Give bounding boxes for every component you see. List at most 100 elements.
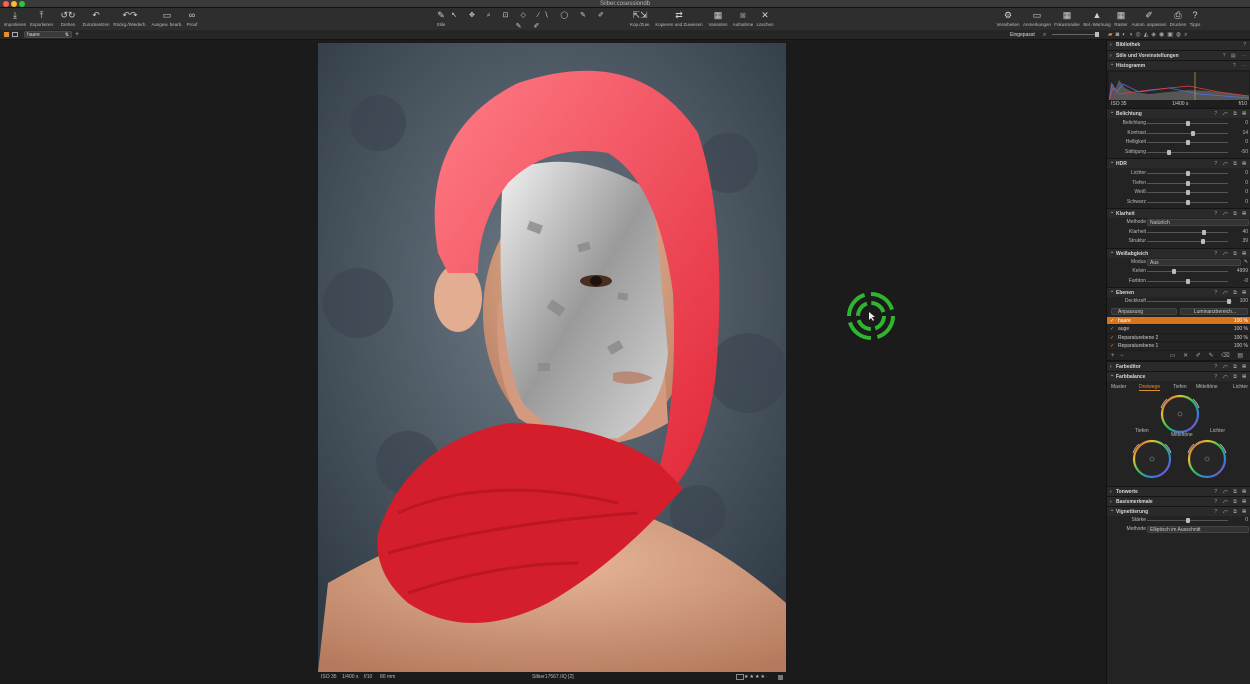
- exposure-warning-button[interactable]: ▲ Bel.-Warnung: [1082, 10, 1112, 27]
- batch-tab-icon[interactable]: ◍: [1176, 32, 1184, 38]
- color-tag[interactable]: [778, 675, 783, 680]
- zoom-slider-knob[interactable]: [1095, 32, 1099, 37]
- luminance-range-button[interactable]: Luminanzbereich...: [1180, 307, 1248, 315]
- layer-check-icon[interactable]: ✓: [1110, 342, 1114, 351]
- slider-value[interactable]: 40: [1242, 228, 1248, 238]
- slider-knob[interactable]: [1227, 299, 1231, 304]
- panel-hdr[interactable]: HDR? ⤺ ⧉ ▤: [1107, 157, 1250, 168]
- import-button[interactable]: ⤓ Importieren: [3, 10, 27, 27]
- slider-value[interactable]: -0: [1244, 277, 1248, 287]
- slider-track[interactable]: [1147, 229, 1228, 235]
- slider-track[interactable]: [1147, 180, 1228, 186]
- mask-tools-icon[interactable]: ▭ ✕ ✐ ✎ ⌫ ▤: [1170, 351, 1246, 361]
- focus-mask-button[interactable]: ▦ Fokusmaske: [1053, 10, 1081, 27]
- delete-button[interactable]: ✕ Löschen: [755, 10, 775, 27]
- panel-farbbalance[interactable]: Farbbalance? ⤺ ⧉ ▤: [1107, 370, 1250, 381]
- slider-knob[interactable]: [1186, 140, 1190, 145]
- auto-adjust-button[interactable]: ✐ Autom. anpassen: [1130, 10, 1168, 27]
- add-layer-icon[interactable]: +: [75, 30, 79, 39]
- slider-knob[interactable]: [1200, 239, 1205, 244]
- panel-controls-icon[interactable]: ? ⤺ ⧉ ▤: [1214, 109, 1248, 119]
- slider-knob[interactable]: [1166, 149, 1171, 155]
- adjustment-select[interactable]: Anpassung: [1111, 307, 1177, 315]
- slider-value[interactable]: 39: [1242, 237, 1248, 247]
- slider-knob[interactable]: [1186, 180, 1190, 186]
- undo-redo-button[interactable]: ↶↷ Rückg./Wiederh.: [113, 10, 147, 27]
- variants-button[interactable]: ▦ Varianten: [706, 10, 730, 27]
- adjust-tab-icon[interactable]: ◈: [1151, 32, 1159, 38]
- layer-selector[interactable]: haare ⇅: [24, 31, 72, 38]
- slider-track[interactable]: [1147, 121, 1228, 126]
- panel-klarheit[interactable]: Klarheit? ⤺ ⧉ ▤: [1107, 207, 1250, 218]
- tool-tabs[interactable]: ▰◙◐◑◎◭◈◉▣◍⌕: [1108, 31, 1191, 39]
- slider-track[interactable]: [1147, 130, 1228, 136]
- color-balance-tab[interactable]: Lichter: [1233, 384, 1248, 390]
- panel-bibliothek[interactable]: Bibliothek?: [1107, 41, 1250, 50]
- panel-farbeditor[interactable]: Farbeditor? ⤺ ⧉ ▤: [1107, 360, 1250, 372]
- color-balance-tab[interactable]: Tiefen: [1173, 384, 1187, 390]
- layer-row[interactable]: ✓ Reparaturebene 2 100 %: [1107, 334, 1250, 343]
- slider-track[interactable]: [1147, 278, 1228, 284]
- slider-track[interactable]: [1147, 140, 1228, 145]
- panel-stile[interactable]: Stile und Voreinstellungen? ▤ ⋯: [1107, 50, 1250, 61]
- styles-button[interactable]: ✎ Stile: [433, 10, 449, 27]
- layer-check-icon[interactable]: ✓: [1110, 325, 1114, 334]
- slider-knob[interactable]: [1186, 517, 1190, 523]
- panel-basismerkmale[interactable]: Basismerkmale? ⤺ ⧉ ▤: [1107, 495, 1250, 507]
- search-tab-icon[interactable]: ⌕: [1184, 32, 1190, 38]
- panel-ebenen[interactable]: Ebenen? ⤺ ⧉ ▤: [1107, 286, 1250, 297]
- edit-selected-button[interactable]: ▭ Ausgew. bearb.: [150, 10, 184, 27]
- eyedropper-icon[interactable]: ✎: [1244, 258, 1248, 268]
- slider-value[interactable]: -50: [1241, 148, 1248, 158]
- color-balance-tab[interactable]: Mitteltöne: [1196, 384, 1218, 390]
- color-balance-tab[interactable]: Dreiwege: [1139, 384, 1161, 391]
- help-icon[interactable]: ?: [1243, 41, 1248, 50]
- slider-track[interactable]: [1147, 269, 1228, 274]
- grid-button[interactable]: ▦ Raster: [1113, 10, 1129, 27]
- color-tab-icon[interactable]: ◐: [1122, 32, 1129, 38]
- process-button[interactable]: ⚙ Verarbeiten: [995, 10, 1021, 27]
- panel-vignettierung[interactable]: Vignettierung? ⤺ ⧉ ▤: [1107, 505, 1250, 516]
- slider-track[interactable]: [1147, 171, 1228, 176]
- layer-check-icon[interactable]: ✓: [1110, 334, 1114, 343]
- slider-track[interactable]: [1147, 239, 1228, 244]
- slider-knob[interactable]: [1191, 130, 1196, 136]
- slider-track[interactable]: [1147, 190, 1228, 195]
- slider-value[interactable]: 0: [1245, 179, 1248, 189]
- slider-value[interactable]: 0: [1245, 198, 1248, 208]
- layer-check-icon[interactable]: ✓: [1110, 317, 1114, 326]
- zoom-slider[interactable]: [1052, 32, 1099, 37]
- slider-track[interactable]: [1147, 149, 1228, 155]
- reset-button[interactable]: ↶ Zurücksetzen: [82, 10, 110, 27]
- capture-button[interactable]: ◙ Aufnahme: [731, 10, 755, 27]
- klarheit-method-select[interactable]: Natürlich: [1147, 219, 1249, 226]
- output-tab-icon[interactable]: ▣: [1167, 32, 1176, 38]
- slider-value[interactable]: 0: [1245, 169, 1248, 179]
- single-view-icon[interactable]: [12, 32, 18, 37]
- image-viewer[interactable]: ISO 35 1/400 s f/10 80 mm Silber17567.II…: [0, 41, 1106, 684]
- layer-opacity-slider[interactable]: [1147, 299, 1232, 304]
- slider-knob[interactable]: [1186, 171, 1190, 176]
- folder-tab-icon[interactable]: ▰: [1108, 32, 1116, 38]
- grid-view-icon[interactable]: [4, 32, 9, 37]
- slider-knob[interactable]: [1201, 229, 1206, 235]
- layer-row[interactable]: ✓ Reparaturebene 1 100 %: [1107, 342, 1250, 351]
- panel-weissabgleich[interactable]: Weißabgleich? ⤺ ⧉ ▤: [1107, 247, 1250, 258]
- slider-value[interactable]: 0: [1245, 138, 1248, 148]
- annotations-button[interactable]: ▭ Anmerkungen: [1022, 10, 1052, 27]
- slider-knob[interactable]: [1171, 269, 1176, 274]
- layer-row[interactable]: ✓ haare 100 %: [1107, 316, 1250, 326]
- tips-button[interactable]: ? Tipps: [1188, 10, 1202, 27]
- slider-knob[interactable]: [1186, 199, 1190, 205]
- exposure-tab-icon[interactable]: ◑: [1129, 32, 1136, 38]
- lens-tab-icon[interactable]: ◎: [1136, 32, 1144, 38]
- color-balance-tab[interactable]: Master: [1111, 384, 1126, 390]
- metadata-tab-icon[interactable]: ◉: [1159, 32, 1167, 38]
- slider-value[interactable]: 4999: [1237, 267, 1248, 277]
- zoom-fit-label[interactable]: Eingepasst: [1010, 30, 1035, 40]
- export-button[interactable]: ⤒ Exportieren: [29, 10, 54, 27]
- panel-histogramm[interactable]: Histogramm? ⋯: [1107, 59, 1250, 70]
- rotate-button[interactable]: ↺↻ Drehen: [58, 10, 78, 27]
- slider-value[interactable]: 0: [1245, 119, 1248, 129]
- slider-knob[interactable]: [1186, 190, 1190, 195]
